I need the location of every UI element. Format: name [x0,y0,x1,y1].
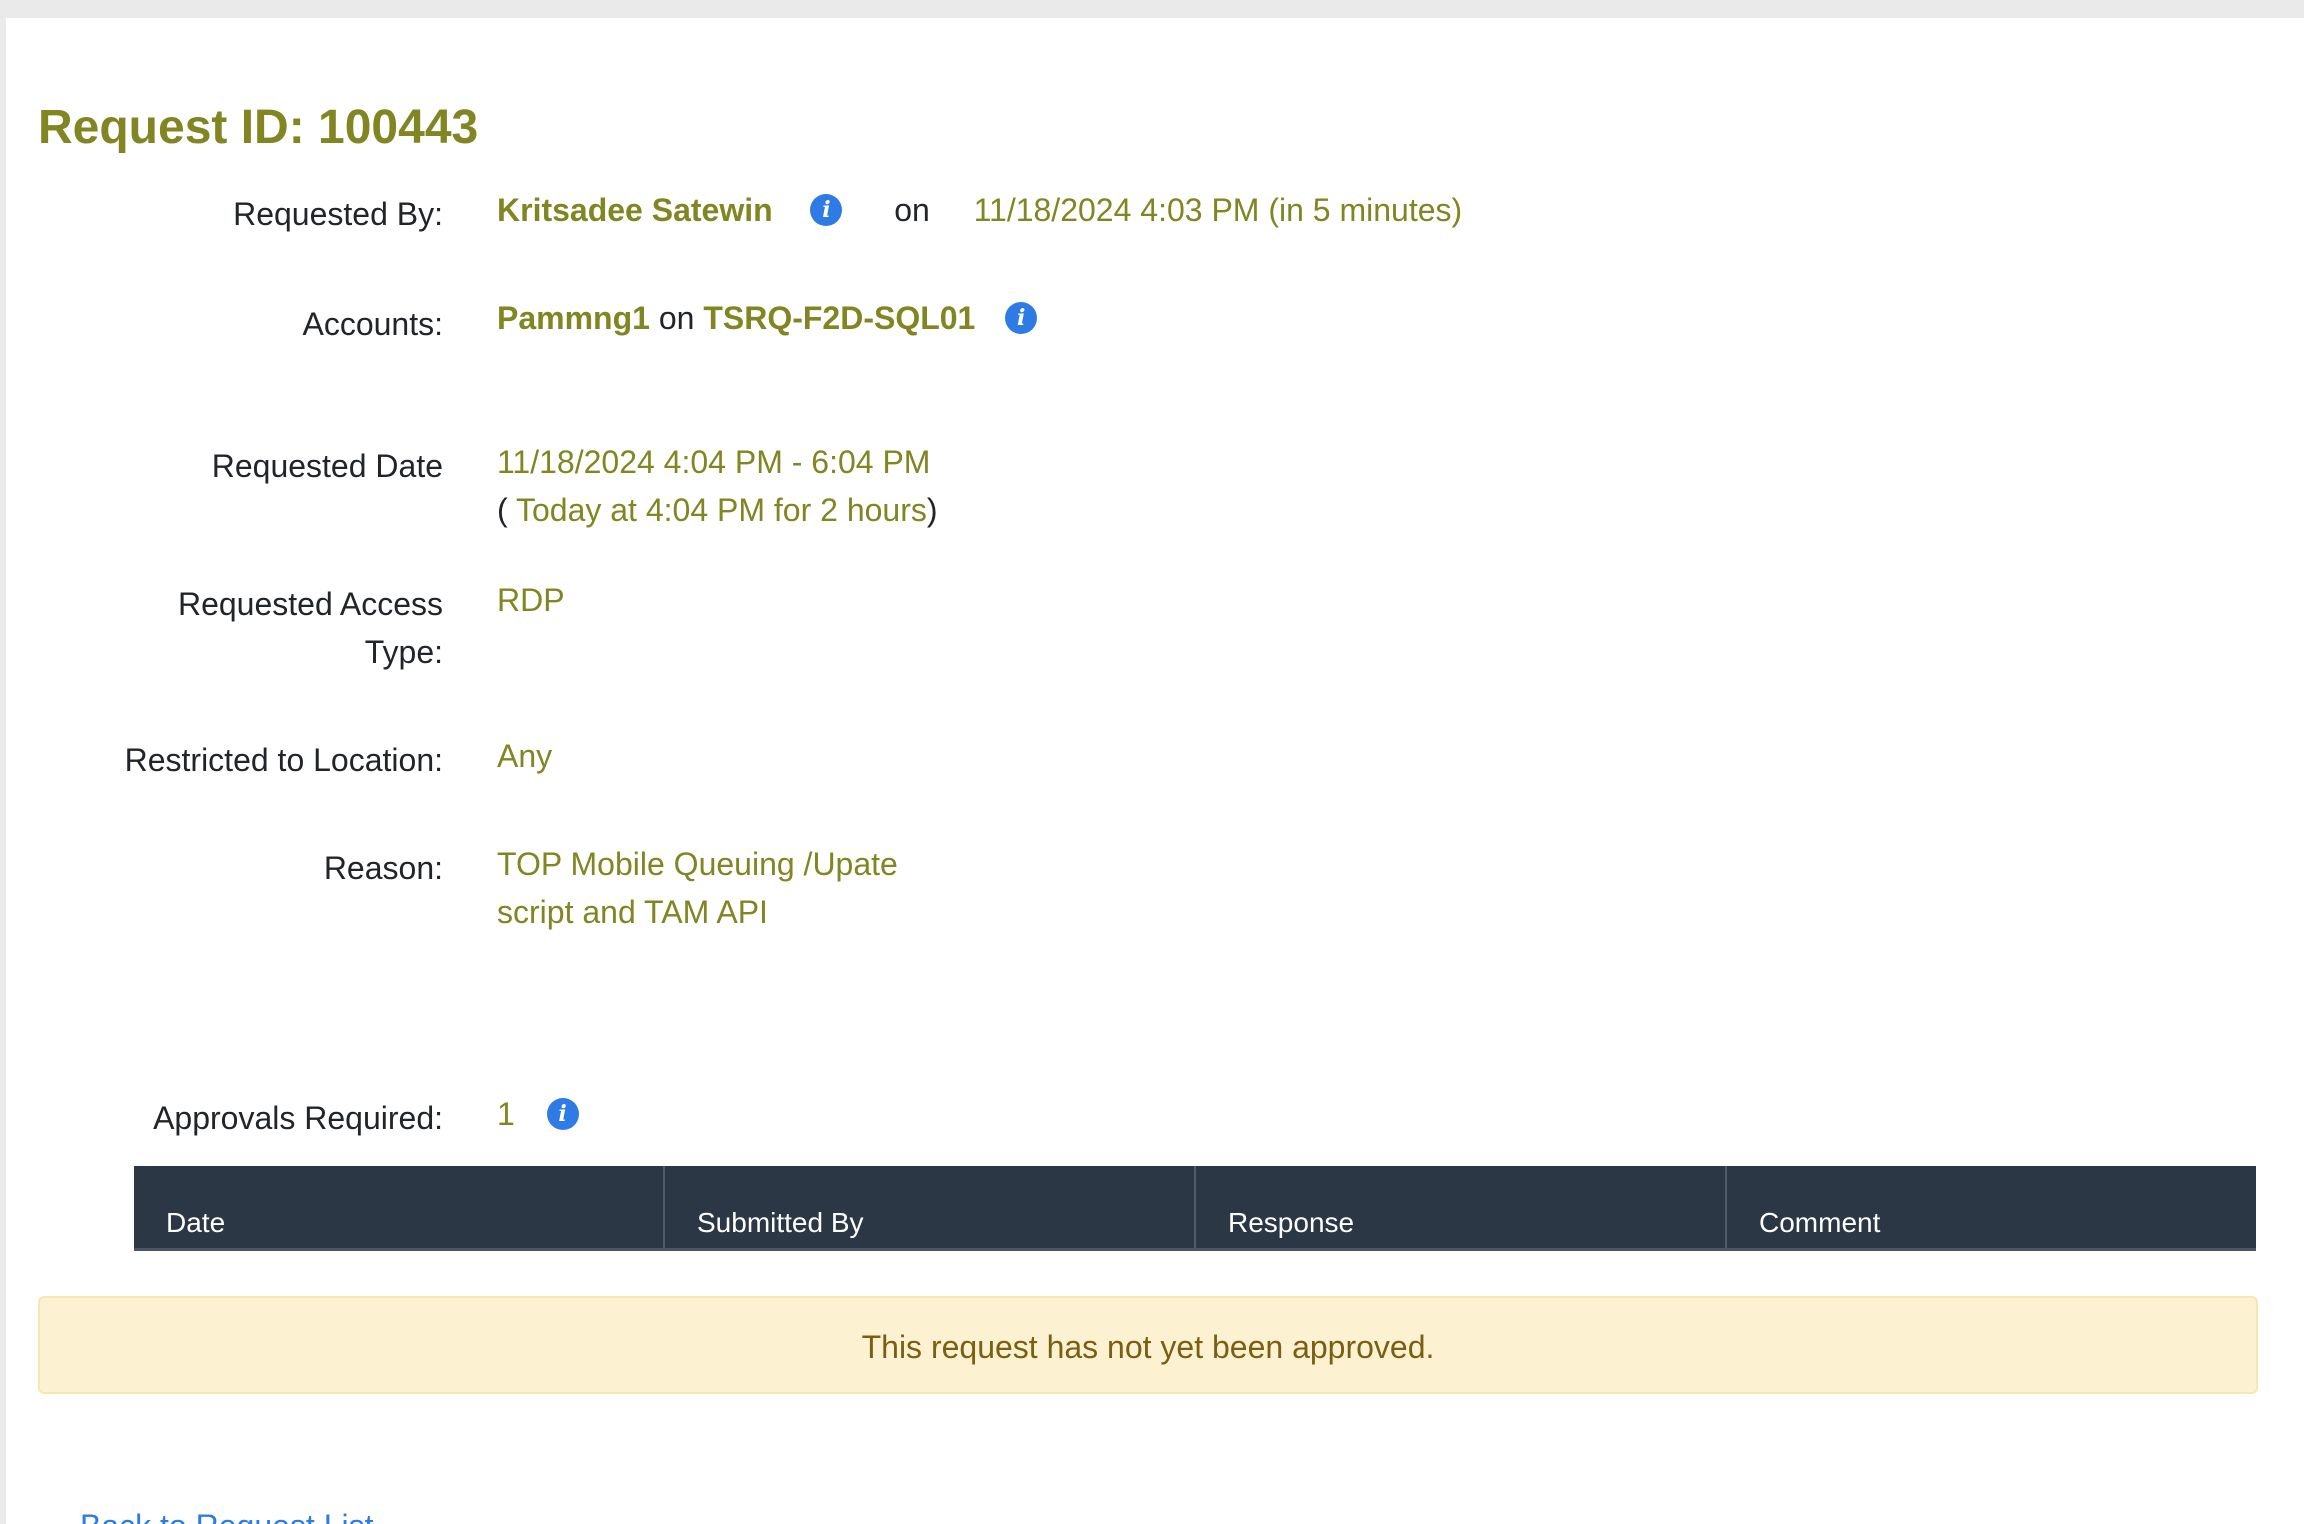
column-header-response[interactable]: Response [1196,1166,1727,1248]
access-type-label-line2: Type: [364,634,443,670]
not-approved-alert: This request has not yet been approved. [38,1296,2258,1394]
requester-info-icon[interactable]: i [810,193,843,226]
reason-label: Reason: [323,850,443,886]
requester-name: Kritsadee Satewin [497,192,773,228]
server-name: TSRQ-F2D-SQL01 [703,300,976,336]
approvals-label: Approvals Required: [153,1100,443,1136]
requested-date-relative-line: ( Today at 4:04 PM for 2 hours) [497,486,938,534]
account-info-icon[interactable]: i [1005,301,1038,334]
accounts-value: Pammng1 on TSRQ-F2D-SQL01 i [497,294,1038,342]
reason-line2: script and TAM API [497,894,768,930]
accounts-on-text: on [658,300,695,336]
open-paren: ( [497,492,516,528]
requested-by-on-text: on [894,192,930,228]
approvals-info-icon[interactable]: i [546,1097,579,1130]
reason-value: TOP Mobile Queuing /Upate script and TAM… [497,840,898,936]
page-title: Request ID: 100443 [38,101,479,154]
requested-datetime: 11/18/2024 4:03 PM (in 5 minutes) [973,192,1463,228]
account-name: Pammng1 [497,300,650,336]
location-value: Any [497,738,553,774]
column-header-comment[interactable]: Comment [1727,1166,2256,1248]
access-type-label: Requested Access Type: [6,580,443,676]
requested-date-label: Requested Date [211,448,443,484]
requested-by-value: Kritsadee Satewin i on 11/18/2024 4:03 P… [497,186,1462,234]
location-label: Restricted to Location: [124,742,443,778]
column-header-date[interactable]: Date [134,1166,665,1248]
request-detail-page: Request ID: 100443 Requested By: Kritsad… [6,18,2304,1524]
requested-date-relative: Today at 4:04 PM for 2 hours [515,492,927,528]
approvals-table-header: Date Submitted By Response Comment [134,1166,2256,1251]
column-header-submitted-by[interactable]: Submitted By [665,1166,1196,1248]
back-to-request-list-link[interactable]: Back to Request List [80,1502,373,1524]
approvals-count: 1 [497,1096,515,1132]
requested-date-value: 11/18/2024 4:04 PM - 6:04 PM ( Today at … [497,438,938,534]
requested-date-range: 11/18/2024 4:04 PM - 6:04 PM [497,444,931,480]
accounts-label: Accounts: [302,306,443,342]
requested-by-label: Requested By: [233,196,443,232]
approvals-value: 1 i [497,1090,579,1138]
reason-line1: TOP Mobile Queuing /Upate [497,846,898,882]
close-paren: ) [926,492,938,528]
access-type-label-line1: Requested Access [177,586,443,622]
access-type-value: RDP [497,582,565,618]
